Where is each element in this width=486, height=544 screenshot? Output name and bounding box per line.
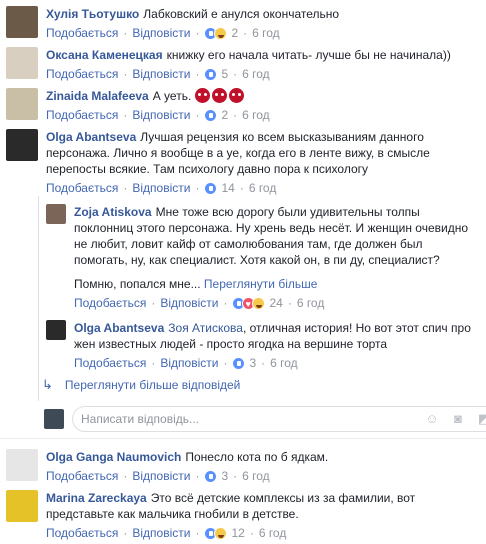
reaction-icons[interactable] xyxy=(204,469,218,483)
comment-text: Лабковский е анулся окончательно xyxy=(143,7,340,21)
reaction-icons[interactable] xyxy=(204,181,218,195)
divider xyxy=(0,438,486,439)
reaction-count[interactable]: 3 xyxy=(249,355,256,371)
comment-text: книжку его начала читать- лучше бы не на… xyxy=(166,48,451,62)
like-link[interactable]: Подобається xyxy=(46,107,118,123)
like-link[interactable]: Подобається xyxy=(46,468,118,484)
reply-comment: Olga Abantseva Зоя Атискова, отличная ист… xyxy=(46,320,474,371)
comment: Оксана Каменецкая книжку его начала читат… xyxy=(6,47,451,82)
like-link[interactable]: Подобається xyxy=(46,25,118,41)
devil-emoji-icon xyxy=(194,88,210,103)
devil-emoji-icon xyxy=(228,88,244,103)
comment-author[interactable]: Olga Abantseva xyxy=(46,130,136,144)
reaction-count[interactable]: 2 xyxy=(221,107,228,123)
avatar[interactable] xyxy=(6,47,38,79)
reply-link[interactable]: Відповісти xyxy=(160,295,218,311)
reaction-icons[interactable] xyxy=(204,67,218,81)
avatar[interactable] xyxy=(6,129,38,161)
reply-link[interactable]: Відповісти xyxy=(132,180,190,196)
comment-author[interactable]: Zinaida Malafeeva xyxy=(46,89,149,103)
reply-link[interactable]: Відповісти xyxy=(132,525,190,541)
thread-line xyxy=(38,196,39,401)
camera-icon[interactable]: ◙ xyxy=(451,412,465,426)
haha-reaction-icon xyxy=(252,296,266,310)
reply-link[interactable]: Відповісти xyxy=(132,468,190,484)
like-reaction-icon xyxy=(232,356,246,370)
timestamp[interactable]: 6 год xyxy=(270,355,298,371)
reaction-icons[interactable] xyxy=(232,356,246,370)
comment-author[interactable]: Olga Ganga Naumovich xyxy=(46,450,181,464)
more-replies-label: Переглянути більше відповідей xyxy=(64,378,241,392)
emoji-icon[interactable]: ☺ xyxy=(425,412,439,426)
comment-author[interactable]: Хулія Тьотушко xyxy=(46,7,139,21)
reply-box: Написати відповідь... ☺ ◙ ◩ xyxy=(44,406,486,432)
reply-comment: Zoja Atiskova Мне тоже всю дорогу были уд… xyxy=(46,204,474,312)
avatar[interactable] xyxy=(46,204,66,224)
like-link[interactable]: Подобається xyxy=(46,180,118,196)
comment: Хулія Тьотушко Лабковский е анулся оконча… xyxy=(6,6,339,41)
like-link[interactable]: Подобається xyxy=(46,525,118,541)
reaction-count[interactable]: 24 xyxy=(269,295,282,311)
like-link[interactable]: Подобається xyxy=(74,295,146,311)
like-reaction-icon xyxy=(204,181,218,195)
reply-placeholder: Написати відповідь... xyxy=(81,412,199,426)
like-reaction-icon xyxy=(204,67,218,81)
avatar[interactable] xyxy=(6,6,38,38)
sticker-icon[interactable]: ◩ xyxy=(477,412,486,426)
timestamp[interactable]: 6 год xyxy=(249,180,277,196)
timestamp[interactable]: 6 год xyxy=(252,25,280,41)
reaction-count[interactable]: 14 xyxy=(221,180,234,196)
avatar[interactable] xyxy=(6,88,38,120)
devil-emoji-icon xyxy=(211,88,227,103)
like-reaction-icon xyxy=(204,469,218,483)
comment-text-continuation: Помню, попался мне... xyxy=(74,277,201,291)
mention-link[interactable]: Зоя Атискова xyxy=(168,321,243,335)
comment-author[interactable]: Marina Zareckaya xyxy=(46,491,147,505)
reaction-icons[interactable] xyxy=(204,26,228,40)
reaction-count[interactable]: 12 xyxy=(231,525,244,541)
reply-input[interactable]: Написати відповідь... ☺ ◙ ◩ xyxy=(72,406,486,432)
timestamp[interactable]: 6 год xyxy=(242,107,270,123)
timestamp[interactable]: 6 год xyxy=(259,525,287,541)
comment-text: А уеть. xyxy=(152,89,192,103)
see-more-link[interactable]: Переглянути більше xyxy=(204,277,318,291)
reaction-count[interactable]: 5 xyxy=(221,66,228,82)
comment-text: Понесло кота по б ядкам. xyxy=(185,450,329,464)
comment: Marina Zareckaya Это всё детские комплекс… xyxy=(6,490,476,541)
reaction-count[interactable]: 2 xyxy=(231,25,238,41)
comment-author[interactable]: Оксана Каменецкая xyxy=(46,48,163,62)
like-reaction-icon xyxy=(204,108,218,122)
reaction-icons[interactable] xyxy=(232,296,266,312)
avatar[interactable] xyxy=(6,449,38,481)
avatar[interactable] xyxy=(46,320,66,340)
comment: Zinaida Malafeeva А уеть. Подобається · Ві… xyxy=(6,88,270,123)
avatar xyxy=(44,409,64,429)
reply-arrow-icon: ↳ xyxy=(42,377,53,392)
reaction-icons[interactable] xyxy=(204,108,218,122)
like-link[interactable]: Подобається xyxy=(74,355,146,371)
reply-link[interactable]: Відповісти xyxy=(132,107,190,123)
like-link[interactable]: Подобається xyxy=(46,66,118,82)
reply-link[interactable]: Відповісти xyxy=(132,25,190,41)
timestamp[interactable]: 6 год xyxy=(242,66,270,82)
reaction-count[interactable]: 3 xyxy=(221,468,228,484)
comment: Olga Abantseva Лучшая рецензия ко всем вы… xyxy=(6,129,476,196)
more-replies-link[interactable]: ↳ Переглянути більше відповідей xyxy=(42,377,240,393)
comment-author[interactable]: Olga Abantseva xyxy=(74,321,164,335)
comment: Olga Ganga Naumovich Понесло кота по б яд… xyxy=(6,449,328,484)
timestamp[interactable]: 6 год xyxy=(297,295,325,311)
reaction-icons[interactable] xyxy=(204,526,228,540)
comment-author[interactable]: Zoja Atiskova xyxy=(74,205,152,219)
reply-link[interactable]: Відповісти xyxy=(132,66,190,82)
haha-reaction-icon xyxy=(214,26,228,40)
reply-link[interactable]: Відповісти xyxy=(160,355,218,371)
haha-reaction-icon xyxy=(214,526,228,540)
avatar[interactable] xyxy=(6,490,38,522)
timestamp[interactable]: 6 год xyxy=(242,468,270,484)
